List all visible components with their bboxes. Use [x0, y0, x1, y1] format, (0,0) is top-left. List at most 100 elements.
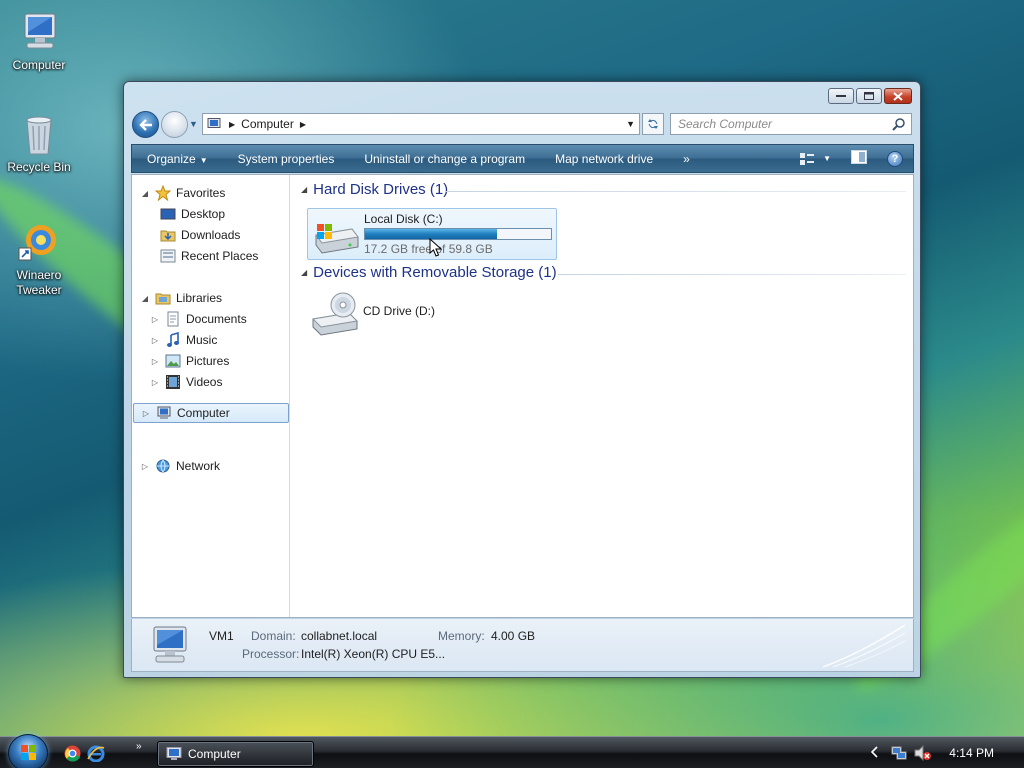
- nav-network[interactable]: ▷ Network: [140, 456, 220, 476]
- show-hidden-icons-button[interactable]: [870, 746, 879, 761]
- downloads-folder-icon: [160, 230, 176, 242]
- expand-triangle-icon[interactable]: ▷: [140, 462, 150, 471]
- recycle-bin-icon: [15, 110, 63, 158]
- nav-recent-places[interactable]: Recent Places: [160, 246, 258, 266]
- help-icon[interactable]: ?: [887, 150, 903, 167]
- preview-pane-button[interactable]: [851, 150, 867, 167]
- internet-explorer-icon: [87, 745, 105, 763]
- maximize-button[interactable]: [856, 88, 882, 104]
- expand-triangle-icon[interactable]: ▷: [150, 357, 160, 366]
- documents-icon: [167, 311, 179, 327]
- breadcrumb-computer[interactable]: Computer: [241, 117, 294, 131]
- nav-desktop[interactable]: Desktop: [160, 204, 225, 224]
- computer-icon: [157, 406, 171, 419]
- expand-triangle-icon[interactable]: ◢: [140, 294, 150, 303]
- group-divider: [558, 274, 906, 275]
- nav-libraries[interactable]: ◢ Libraries: [140, 288, 222, 308]
- memory-value: 4.00 GB: [491, 629, 536, 643]
- search-placeholder: Search Computer: [678, 117, 773, 131]
- computer-icon: [207, 118, 221, 128]
- command-bar: Organize ▼ System properties Uninstall or…: [131, 144, 914, 173]
- nav-label: Videos: [186, 375, 223, 389]
- group-header-hard-disk-drives[interactable]: ◢ Hard Disk Drives (1): [301, 181, 448, 198]
- collapse-triangle-icon[interactable]: ◢: [301, 268, 307, 277]
- expand-triangle-icon[interactable]: ▷: [150, 336, 160, 345]
- network-tray-icon: [891, 746, 907, 760]
- desktop-icon-computer[interactable]: Computer: [0, 8, 78, 73]
- minimize-icon: [836, 95, 846, 97]
- nav-documents[interactable]: ▷ Documents: [150, 309, 247, 329]
- volume-tray[interactable]: [914, 744, 932, 764]
- organize-menu[interactable]: Organize ▼: [132, 152, 223, 166]
- pictures-icon: [165, 354, 181, 368]
- taskbar-button-label: Computer: [188, 747, 241, 761]
- nav-label: Desktop: [181, 207, 226, 221]
- nav-videos[interactable]: ▷ Videos: [150, 372, 222, 392]
- desktop-icon-recycle-bin[interactable]: Recycle Bin: [0, 110, 78, 175]
- expand-triangle-icon[interactable]: ▷: [150, 315, 160, 324]
- star-icon: [155, 185, 171, 201]
- uninstall-program-button[interactable]: Uninstall or change a program: [349, 152, 540, 166]
- search-input[interactable]: Search Computer: [670, 113, 912, 135]
- address-bar[interactable]: ▶ Computer ▶ ▼: [202, 113, 640, 135]
- start-button[interactable]: [8, 734, 48, 768]
- computer-icon: [153, 626, 187, 663]
- more-commands-button[interactable]: »: [668, 152, 705, 166]
- preview-pane-icon: [851, 150, 867, 164]
- collapse-triangle-icon[interactable]: ◢: [301, 185, 307, 194]
- refresh-button[interactable]: [642, 113, 664, 135]
- expand-triangle-icon[interactable]: ▷: [141, 409, 151, 418]
- desktop-icon-winaero-tweaker[interactable]: Winaero Tweaker: [0, 218, 78, 298]
- group-header-removable-storage[interactable]: ◢ Devices with Removable Storage (1): [301, 264, 557, 281]
- nav-downloads[interactable]: Downloads: [160, 225, 240, 245]
- breadcrumb-separator[interactable]: ▶: [300, 120, 306, 129]
- explorer-body: ◢ Favorites Desktop Downloads Recent Pla…: [131, 174, 914, 618]
- music-icon: [167, 332, 179, 347]
- group-title: Devices with Removable Storage (1): [313, 264, 557, 281]
- quicklaunch-overflow[interactable]: »: [136, 741, 142, 752]
- memory-label: Memory:: [438, 629, 485, 643]
- nav-label: Computer: [177, 406, 230, 420]
- recent-pages-dropdown[interactable]: ▼: [189, 119, 198, 129]
- chevron-left-icon: [870, 746, 878, 758]
- back-arrow-icon: [138, 118, 152, 131]
- group-divider: [446, 191, 906, 192]
- volume-muted-icon: [914, 744, 931, 762]
- system-properties-button[interactable]: System properties: [223, 152, 350, 166]
- file-list: ◢ Hard Disk Drives (1) Local Disk (C:) 1…: [291, 175, 913, 617]
- forward-button[interactable]: [161, 111, 188, 138]
- minimize-button[interactable]: [828, 88, 854, 104]
- group-title: Hard Disk Drives (1): [313, 181, 449, 198]
- resize-grip-decoration[interactable]: [821, 623, 907, 669]
- taskbar-clock[interactable]: 4:14 PM: [949, 746, 994, 760]
- nav-label: Libraries: [176, 291, 223, 305]
- address-dropdown-icon[interactable]: ▼: [626, 119, 635, 129]
- nav-favorites[interactable]: ◢ Favorites: [140, 183, 225, 203]
- maximize-icon: [864, 92, 874, 100]
- navigation-bar: ▼ ▶ Computer ▶ ▼ Search Computer: [132, 110, 912, 138]
- breadcrumb-separator[interactable]: ▶: [229, 120, 235, 129]
- drive-cd-d[interactable]: CD Drive (D:): [307, 291, 507, 339]
- nav-pictures[interactable]: ▷ Pictures: [150, 351, 229, 371]
- back-button[interactable]: [132, 111, 159, 138]
- nav-music[interactable]: ▷ Music: [150, 330, 217, 350]
- close-button[interactable]: [884, 88, 912, 104]
- explorer-window: ▼ ▶ Computer ▶ ▼ Search Computer Organiz…: [123, 81, 921, 678]
- nav-label: Network: [176, 459, 221, 473]
- expand-triangle-icon[interactable]: ▷: [150, 378, 160, 387]
- refresh-icon: [648, 119, 658, 129]
- map-network-drive-button[interactable]: Map network drive: [540, 152, 668, 166]
- processor-value: Intel(R) Xeon(R) CPU E5...: [301, 647, 446, 661]
- views-button[interactable]: ▼: [800, 152, 831, 165]
- drive-local-disk-c[interactable]: Local Disk (C:) 17.2 GB free of 59.8 GB: [307, 208, 557, 260]
- computer-icon: [166, 747, 182, 760]
- taskbar-button-computer[interactable]: Computer: [157, 741, 314, 767]
- internet-explorer-quicklaunch[interactable]: [87, 745, 105, 765]
- network-tray[interactable]: [891, 745, 907, 764]
- navigation-pane: ◢ Favorites Desktop Downloads Recent Pla…: [132, 175, 290, 617]
- search-icon[interactable]: [892, 117, 906, 131]
- computer-name: VM1: [209, 629, 234, 643]
- nav-computer[interactable]: ▷ Computer: [133, 403, 289, 423]
- chrome-quicklaunch[interactable]: [64, 745, 81, 765]
- expand-triangle-icon[interactable]: ◢: [140, 189, 150, 198]
